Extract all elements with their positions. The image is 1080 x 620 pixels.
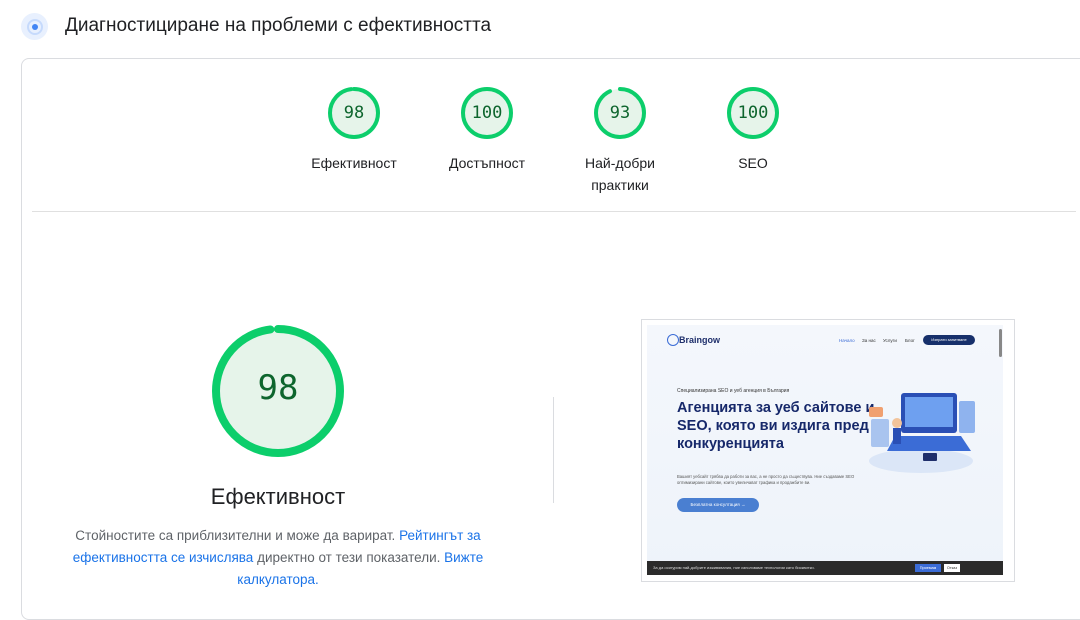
note-text: Стойностите са приблизителни и може да в…	[75, 528, 400, 543]
brand-logo-icon	[667, 334, 679, 346]
thumb-description: Вашият уебсайт трябва да работи за вас, …	[677, 474, 855, 485]
cookie-accept: Приемам	[915, 564, 941, 572]
final-screenshot[interactable]: Braingow Начало За нас Услуги Блог Изпра…	[641, 319, 1015, 582]
gauge-label: Ефективност	[311, 155, 397, 171]
section-divider	[32, 211, 1076, 212]
gauge-best-practices[interactable]: 93 Най-добри практики	[565, 85, 675, 196]
gauge-performance[interactable]: 98 Ефективност	[299, 85, 409, 174]
thumb-cta: Изпрати запитване	[923, 335, 975, 345]
note-text: директно от тези показатели.	[253, 550, 445, 565]
thumb-button: Безплатна консултация →	[677, 498, 759, 512]
vertical-divider	[553, 397, 554, 503]
thumb-cookie-bar: За да осигурим най-добрите изживявания, …	[647, 561, 1003, 575]
gauge-ring: 93	[592, 85, 648, 141]
gauge-seo[interactable]: 100 SEO	[698, 85, 808, 174]
gauge-score: 100	[471, 103, 503, 123]
thumb-kicker: Специализирана SEO и уеб агенция в Бълга…	[677, 388, 790, 394]
gauge-score: 93	[609, 103, 631, 123]
main-performance-gauge: 98	[208, 321, 348, 461]
main-score: 98	[257, 368, 299, 408]
gauge-score: 98	[343, 103, 365, 123]
thumb-nav-item: За нас	[862, 338, 876, 343]
page-title: Диагностициране на проблеми с ефективнос…	[65, 15, 492, 36]
thumb-nav-item: Блог	[905, 338, 915, 343]
main-category-title: Ефективност	[210, 484, 346, 509]
thumb-nav-item: Услуги	[883, 338, 897, 343]
brand-logo: Braingow	[679, 335, 721, 345]
gauge-ring: 100	[725, 85, 781, 141]
report-card: 98 Ефективност 100 Достъпност 93 Най-доб…	[21, 58, 1080, 620]
lighthouse-icon	[21, 13, 48, 40]
thumb-scrollbar	[999, 329, 1002, 357]
page-header: Диагностициране на проблеми с ефективнос…	[0, 0, 1080, 56]
gauge-label: Най-добри практики	[585, 155, 655, 193]
thumb-nav-item: Начало	[839, 338, 855, 343]
gauge-label: Достъпност	[448, 155, 526, 171]
screenshot-page: Braingow Начало За нас Услуги Блог Изпра…	[647, 325, 1003, 575]
cookie-text: За да осигурим най-добрите изживявания, …	[653, 565, 815, 570]
gauge-ring: 100	[459, 85, 515, 141]
hero-illustration-icon	[869, 393, 975, 473]
cookie-deny: Отказ	[944, 564, 960, 572]
thumb-headline: Агенцията за уеб сайтове и SEO, която ви…	[677, 400, 875, 452]
score-note: Стойностите са приблизителни и може да в…	[68, 525, 488, 591]
gauge-accessibility[interactable]: 100 Достъпност	[432, 85, 542, 174]
gauge-label: SEO	[738, 155, 768, 171]
gauge-ring: 98	[326, 85, 382, 141]
gauge-score: 100	[737, 103, 769, 123]
